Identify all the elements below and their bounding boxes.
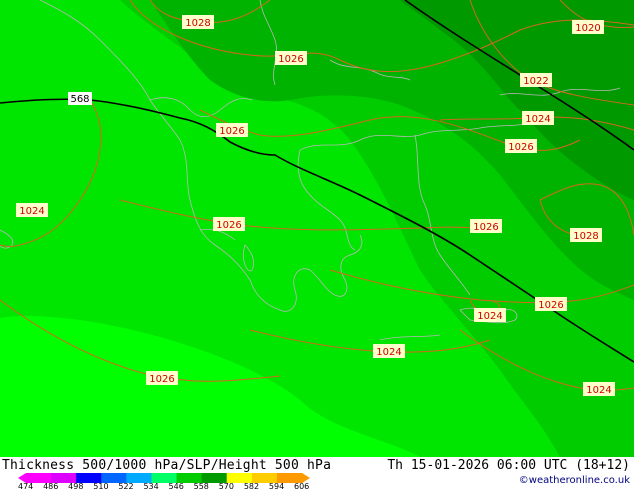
svg-text:1024: 1024 — [525, 114, 550, 125]
svg-text:1026: 1026 — [216, 220, 241, 231]
svg-text:1026: 1026 — [219, 126, 244, 137]
thickness-label: 568 — [68, 92, 92, 105]
map-title: Thickness 500/1000 hPa/SLP/Height 500 hP… — [2, 458, 332, 473]
pressure-label: 1022 — [520, 73, 552, 87]
svg-text:1026: 1026 — [473, 222, 498, 233]
svg-text:1024: 1024 — [376, 347, 401, 358]
pressure-label: 1026 — [275, 51, 307, 65]
pressure-label: 1026 — [535, 297, 567, 311]
svg-text:568: 568 — [70, 94, 89, 105]
svg-text:1026: 1026 — [538, 300, 563, 311]
pressure-label: 1026 — [146, 371, 178, 385]
pressure-label: 1028 — [570, 228, 602, 242]
pressure-label: 1024 — [16, 203, 48, 217]
pressure-label: 1024 — [583, 382, 615, 396]
pressure-label: 1028 — [182, 15, 214, 29]
weather-map: 1028 1026 1020 1022 1026 1024 1026 1024 … — [0, 0, 634, 457]
pressure-label: 1024 — [474, 308, 506, 322]
svg-text:1024: 1024 — [586, 385, 611, 396]
svg-text:1022: 1022 — [523, 76, 548, 87]
svg-text:1028: 1028 — [185, 18, 210, 29]
pressure-label: 1020 — [572, 20, 604, 34]
pressure-label: 1024 — [522, 111, 554, 125]
footer: Thickness 500/1000 hPa/SLP/Height 500 hP… — [0, 457, 634, 491]
copyright-link[interactable]: ©weatheronline.co.uk — [519, 475, 630, 486]
map-datetime: Th 15-01-2026 06:00 UTC (18+12) — [387, 458, 630, 473]
color-scale-bar — [18, 473, 310, 483]
svg-text:1020: 1020 — [575, 23, 600, 34]
pressure-label: 1026 — [470, 219, 502, 233]
pressure-label: 1026 — [216, 123, 248, 137]
pressure-label: 1024 — [373, 344, 405, 358]
svg-text:1024: 1024 — [19, 206, 44, 217]
pressure-label: 1026 — [505, 139, 537, 153]
svg-text:1026: 1026 — [278, 54, 303, 65]
svg-text:1026: 1026 — [149, 374, 174, 385]
pressure-label: 1026 — [213, 217, 245, 231]
svg-text:1024: 1024 — [477, 311, 502, 322]
svg-text:1028: 1028 — [573, 231, 598, 242]
svg-text:1026: 1026 — [508, 142, 533, 153]
